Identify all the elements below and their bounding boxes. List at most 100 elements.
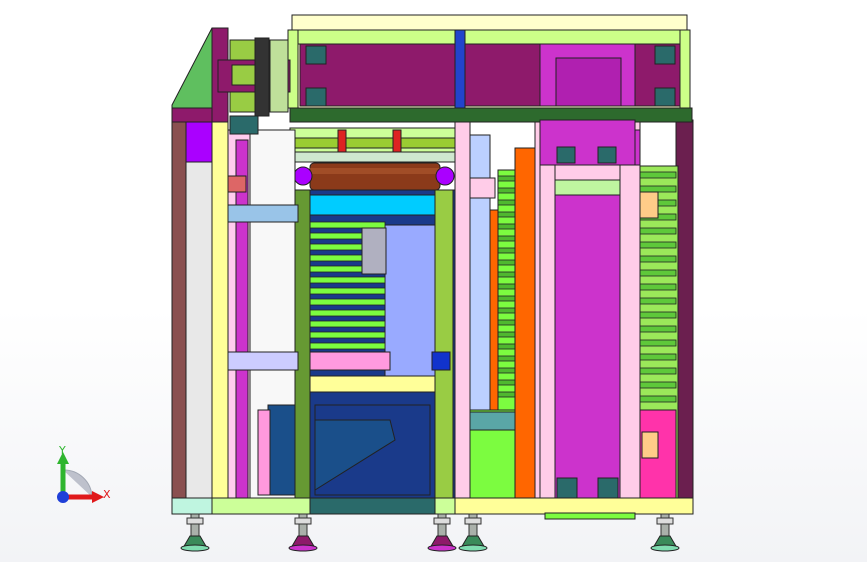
orange-bar-main <box>514 147 536 499</box>
cavity-slat <box>309 298 386 306</box>
foot-nut <box>186 517 204 525</box>
left-frame-maroon-cap <box>171 107 213 123</box>
right-rack-slat <box>639 255 677 263</box>
right-rack-slat <box>639 367 677 375</box>
cavity-slat <box>309 276 386 284</box>
roller-body <box>309 162 441 191</box>
right-rack-slat <box>639 325 677 333</box>
right-rack-slat <box>639 297 677 305</box>
foot-stem <box>437 513 447 537</box>
cavity-cyan-band <box>304 194 446 216</box>
triad-origin <box>57 491 69 503</box>
left-frame-cream-post <box>211 121 229 499</box>
top-right-block <box>539 119 636 166</box>
right-rack-slat <box>639 269 677 277</box>
cavity-slat <box>309 221 386 229</box>
center-column-foot-right <box>597 477 619 499</box>
coordinate-triad: Y X <box>57 444 111 503</box>
right-rack-slat <box>639 381 677 389</box>
cavity-cream-band <box>304 375 441 393</box>
foot-base <box>458 544 488 552</box>
right-rack-slat <box>639 311 677 319</box>
left-frame-violet-block <box>185 121 213 163</box>
right-rack-slat <box>639 241 677 249</box>
foot-stem <box>298 513 308 537</box>
top-corner-block-b <box>305 87 327 107</box>
shaft-red-stop-left <box>337 129 347 153</box>
left-frame-top-wedge <box>171 27 213 109</box>
cavity-slat <box>309 320 386 328</box>
left-lower-pink <box>257 409 271 496</box>
cavity-post-left <box>294 189 311 499</box>
shaft-bar <box>289 137 456 149</box>
foot-base <box>180 544 210 552</box>
base-rail-dark <box>309 497 436 515</box>
foot-nut <box>433 517 451 525</box>
center-column-band <box>554 179 621 196</box>
cavity-slat <box>309 309 386 317</box>
motor-small-teal <box>229 115 259 135</box>
foot-stem <box>660 513 670 537</box>
cavity-slat <box>309 287 386 295</box>
triad-x-label: X <box>103 488 111 501</box>
cad-viewport[interactable]: Y X <box>0 0 867 562</box>
top-frame-rail <box>295 29 687 45</box>
right-rack-slat <box>639 283 677 291</box>
center-column-rail-left <box>539 164 556 499</box>
top-panel-blue-strip <box>454 29 466 109</box>
right-rack-slat <box>639 227 677 235</box>
roller-highlight <box>310 168 440 174</box>
left-crossbar-blue <box>227 204 299 223</box>
mid-lower-box-top <box>469 411 516 431</box>
right-rack-tab <box>639 191 659 219</box>
left-frame-violet-strip <box>235 139 249 499</box>
foot-nut <box>294 517 312 525</box>
right-rack-slat <box>639 185 677 193</box>
top-corner-block-d <box>654 87 676 107</box>
right-rack-plate <box>641 431 659 459</box>
left-crossbar-lilac <box>227 351 299 371</box>
cavity-post-right <box>434 189 454 499</box>
foot-base <box>288 544 318 552</box>
left-lower-teal <box>267 404 296 496</box>
assembly-drawing: Y X <box>57 14 694 552</box>
left-small-red <box>227 175 247 193</box>
foot-base <box>427 544 457 552</box>
inner-post-bracket <box>469 177 496 199</box>
right-rack-slat <box>639 171 677 179</box>
left-frame-post-outer <box>171 107 187 499</box>
right-rack-slat <box>639 395 677 403</box>
cavity-slat <box>309 342 386 350</box>
leveling-feet <box>180 513 680 552</box>
top-corner-block-a <box>305 45 327 65</box>
cavity-post-blue-square <box>431 351 451 371</box>
triad-y-label: Y <box>58 444 66 457</box>
center-column-rail-right <box>619 164 641 499</box>
foot-stem <box>468 513 478 537</box>
base-rail-left-cap <box>171 497 213 515</box>
base-rail-right <box>454 497 694 515</box>
motor-dark-shaft <box>254 37 270 117</box>
cavity-gray-block <box>361 227 387 275</box>
base-rail-green-strip <box>544 512 636 520</box>
foot-stem <box>190 513 200 537</box>
top-panel-magenta-center <box>555 57 622 107</box>
top-corner-block-c <box>654 45 676 65</box>
center-column-foot-left <box>556 477 578 499</box>
shaft-red-stop-right <box>392 129 402 153</box>
cavity-slat <box>309 331 386 339</box>
cavity-light-panel <box>384 224 436 381</box>
right-rack-slat <box>639 353 677 361</box>
foot-base <box>650 544 680 552</box>
foot-nut <box>656 517 674 525</box>
cavity-pink-band <box>304 351 391 371</box>
center-column-magenta <box>554 194 621 499</box>
top-side-rail-right <box>679 29 691 109</box>
right-rack-slat <box>639 339 677 347</box>
orange-bar-thin <box>489 209 499 411</box>
foot-nut <box>464 517 482 525</box>
motor-right-green <box>269 39 289 113</box>
roller-hub-left <box>293 166 313 186</box>
left-frame-post-inner <box>185 107 213 499</box>
right-frame-post <box>675 119 694 499</box>
